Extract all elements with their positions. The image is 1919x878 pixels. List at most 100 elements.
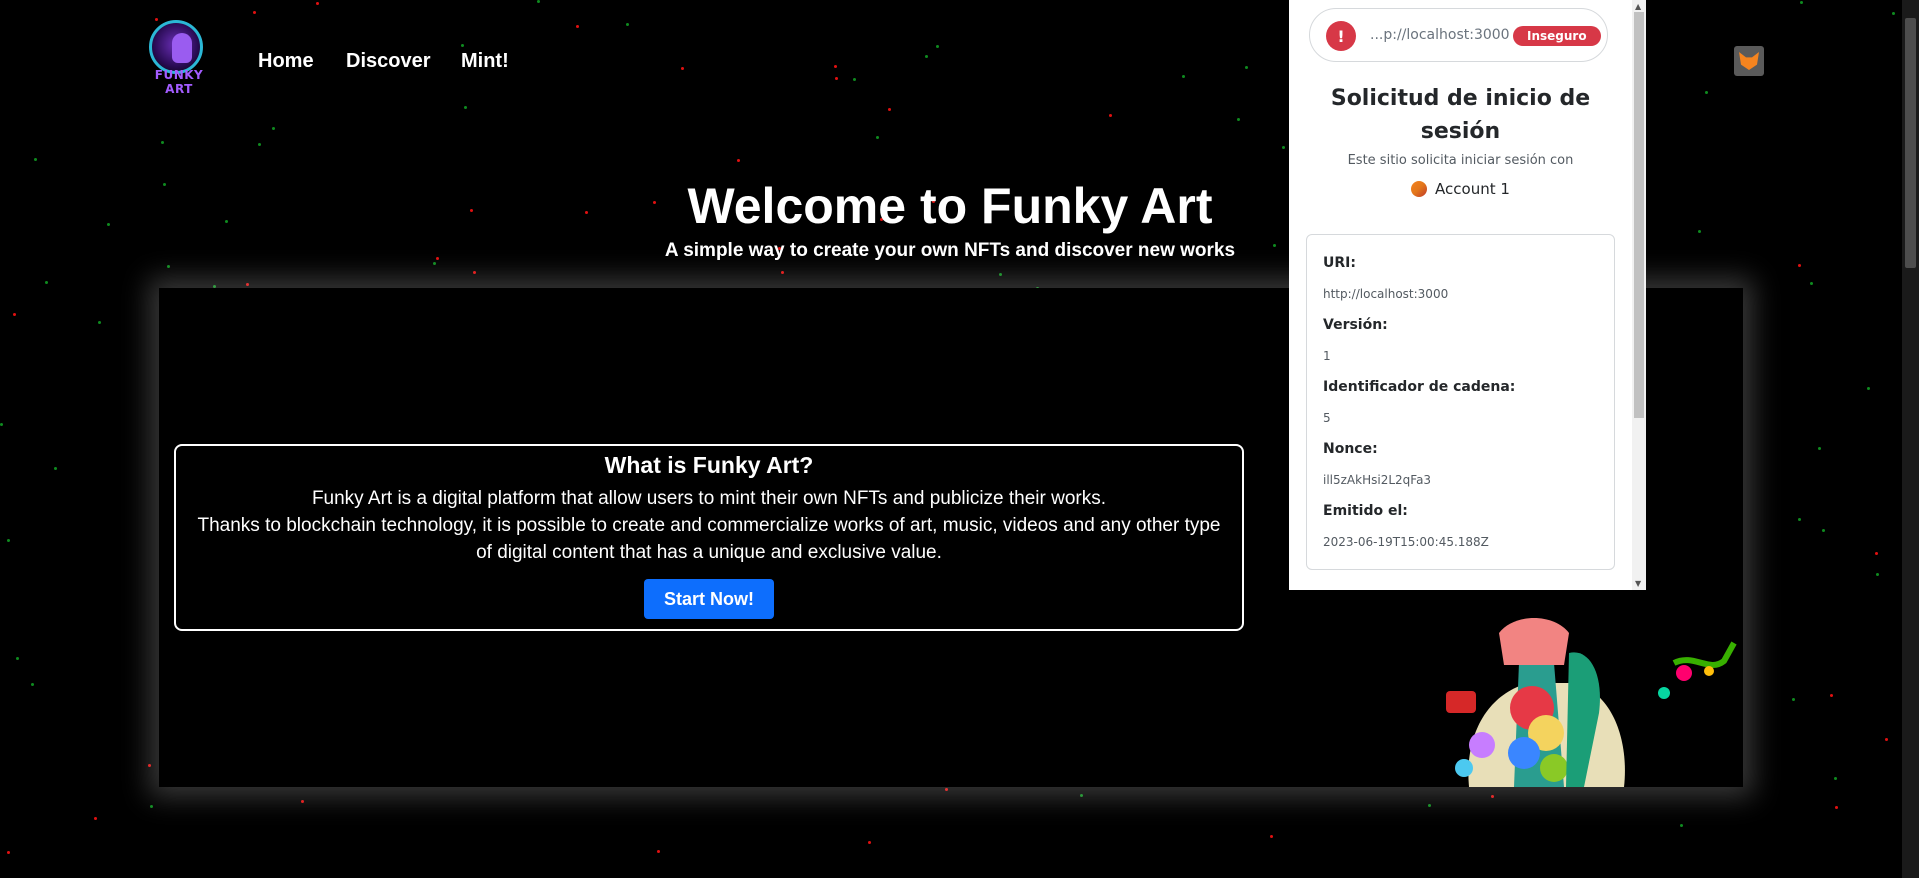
star-dot [13,313,16,316]
star-dot [1237,118,1240,121]
star-dot [681,67,684,70]
wallet-signin-popup: ! ...p://localhost:3000 Inseguro Solicit… [1289,0,1646,590]
star-dot [98,321,101,324]
detail-label: Identificador de cadena: [1323,379,1516,395]
star-dot [853,78,856,81]
star-dot [148,764,151,767]
star-dot [253,11,256,14]
star-dot [1245,66,1248,69]
about-line-1: Funky Art is a digital platform that all… [311,488,1107,509]
star-dot [16,657,19,660]
star-dot [473,271,476,274]
star-dot [1080,794,1083,797]
start-now-button[interactable]: Start Now! [644,579,774,619]
nav-mint-link[interactable]: Mint! [461,50,509,73]
nav-discover-link[interactable]: Discover [346,50,431,73]
star-dot [1798,518,1801,521]
star-dot [45,281,48,284]
site-url: ...p://localhost:3000 [1370,27,1510,43]
account-name: Account 1 [1435,180,1510,198]
scroll-down-icon[interactable]: ▼ [1635,579,1641,588]
about-line-2: Thanks to blockchain technology, it is p… [197,515,1221,563]
star-dot [54,467,57,470]
star-dot [461,44,464,47]
star-dot [781,271,784,274]
star-dot [1818,447,1821,450]
site-origin-pill: ! ...p://localhost:3000 Inseguro [1309,8,1608,62]
logo-emblem [149,20,203,74]
detail-value: http://localhost:3000 [1323,287,1449,301]
about-title: What is Funky Art? [604,452,814,478]
star-dot [925,55,928,58]
star-dot [1800,1,1803,4]
request-description: Este sitio solicita iniciar sesión con [1347,153,1574,168]
star-dot [258,143,261,146]
metamask-extension-button[interactable] [1734,46,1764,76]
star-dot [1680,824,1683,827]
star-dot [7,539,10,542]
request-details-card: URI: http://localhost:3000 Versión: 1 Id… [1306,234,1615,570]
star-dot [1876,573,1879,576]
star-dot [150,805,153,808]
account-selector[interactable]: Account 1 [1289,180,1632,198]
star-dot [936,45,939,48]
star-dot [246,283,249,286]
popup-scrollbar[interactable]: ▲ ▼ [1632,0,1646,590]
star-dot [834,65,837,68]
star-dot [1875,552,1878,555]
star-dot [1867,387,1870,390]
star-dot [0,423,3,426]
star-dot [1810,282,1813,285]
detail-value: ill5zAkHsi2L2qFa3 [1323,473,1432,487]
account-avatar-icon [1411,181,1428,197]
star-dot [7,851,10,854]
star-dot [161,141,164,144]
detail-label: Emitido el: [1323,503,1408,519]
detail-value: 2023-06-19T15:00:45.188Z [1323,535,1489,549]
star-dot [1798,264,1801,267]
star-dot [301,800,304,803]
detail-label: Versión: [1323,317,1388,333]
star-dot [888,108,891,111]
star-dot [737,159,740,162]
about-panel: What is Funky Art? Funky Art is a digita… [174,444,1244,631]
scroll-thumb[interactable] [1634,12,1644,418]
star-dot [1491,795,1494,798]
star-dot [999,273,1002,276]
star-dot [868,841,871,844]
star-dot [945,788,948,791]
star-dot [657,850,660,853]
star-dot [1428,804,1431,807]
star-dot [1109,114,1112,117]
insecure-badge: Inseguro [1513,26,1601,46]
star-dot [576,25,579,28]
star-dot [316,2,319,5]
detail-label: URI: [1323,255,1356,271]
nav-home-link[interactable]: Home [258,50,314,73]
star-dot [1282,146,1285,149]
star-dot [876,136,879,139]
funky-art-logo[interactable]: FUNKY ART [143,18,215,96]
star-dot [167,265,170,268]
page-scroll-thumb[interactable] [1905,18,1916,268]
page-scrollbar[interactable] [1902,0,1919,878]
nft-artwork-image [1446,618,1737,787]
detail-value: 5 [1323,411,1331,425]
star-dot [537,0,540,3]
warning-icon: ! [1326,21,1356,51]
star-dot [1885,738,1888,741]
star-dot [31,683,34,686]
star-dot [1835,806,1838,809]
star-dot [34,158,37,161]
star-dot [1822,529,1825,532]
detail-value: 1 [1323,349,1331,363]
star-dot [1705,91,1708,94]
scroll-up-icon[interactable]: ▲ [1635,2,1641,11]
star-dot [272,127,275,130]
star-dot [464,106,467,109]
star-dot [1792,698,1795,701]
star-dot [1270,835,1273,838]
metamask-fox-icon [1739,52,1759,70]
star-dot [835,77,838,80]
star-dot [626,23,629,26]
